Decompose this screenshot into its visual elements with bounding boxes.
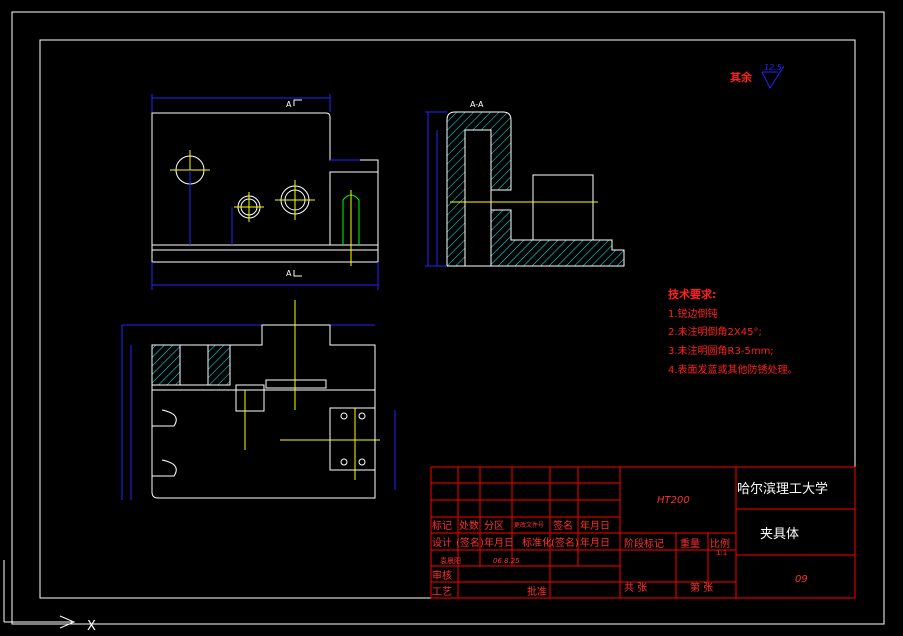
sheet-no: 第 张 [690, 581, 713, 594]
cut-mark-top: A [286, 100, 292, 109]
tech-item: 4.表面发蓝或其他防锈处理。 [668, 363, 798, 376]
outer-frame [11, 11, 885, 625]
tech-requirements: 技术要求: 1.锐边倒钝 2.未注明倒角2X45°; 3.未注明圆角R3-5mm… [668, 287, 798, 376]
surface-finish-label: 其余 [730, 70, 753, 84]
header-cell: 标准化 [522, 536, 552, 549]
ucs-icon: X [3, 560, 96, 634]
header-cell: 标记 [432, 520, 452, 532]
header-cell: 签名 [553, 519, 573, 532]
header-cell: 处数 [459, 519, 479, 532]
section-view-a-a[interactable]: A-A [425, 100, 625, 267]
header-cell: 设计 [432, 536, 452, 549]
stage-header: 阶段标记 [624, 537, 664, 550]
header-cell: 分区 [484, 520, 504, 532]
scale-text: 1:1 [716, 549, 727, 557]
header-cell: 年月日 [484, 536, 514, 549]
cut-mark-bottom: A [286, 269, 292, 278]
process-label: 工艺 [432, 586, 452, 598]
cad-drawing-canvas[interactable]: 其余 12.5 A A A-A 技术要求: 1.锐边倒钝 2.未注明倒角2X45… [0, 0, 903, 636]
header-cell: (签名) [551, 536, 579, 549]
date-text: 06.8.25 [493, 557, 520, 565]
ucs-x-label: X [87, 619, 96, 634]
stage-header: 重量 [680, 537, 700, 550]
surface-finish-symbol: 其余 12.5 [730, 63, 785, 90]
designer-text: 袁晨阳 [440, 556, 461, 565]
total-sheets: 共 张 [624, 582, 647, 594]
approve-label: 批准 [527, 585, 547, 598]
header-cell: 年月日 [580, 519, 610, 532]
header-cell: 更改文件号 [514, 521, 544, 529]
material-text: HT200 [657, 495, 690, 506]
tech-item: 2.未注明倒角2X45°; [668, 325, 762, 338]
review-label: 审核 [432, 569, 452, 582]
front-view[interactable]: A A [151, 94, 379, 290]
tech-title: 技术要求: [668, 287, 716, 301]
university-text: 哈尔滨理工大学 [737, 481, 828, 497]
surface-finish-value: 12.5 [764, 63, 782, 72]
section-label: A-A [470, 100, 484, 109]
stage-header: 比例 [710, 537, 730, 550]
part-name-text: 夹具体 [760, 527, 799, 542]
tech-item: 1.锐边倒钝 [668, 307, 718, 320]
title-block-text: HT200 哈尔滨理工大学 夹具体 09 1:1 06.8.25 袁晨阳 标记 … [432, 481, 828, 598]
tech-item: 3.未注明圆角R3-5mm; [668, 344, 774, 357]
header-cell: 年月日 [580, 536, 610, 549]
plan-view[interactable] [121, 300, 396, 500]
drawing-no-text: 09 [795, 574, 808, 585]
header-cell: (签名) [456, 536, 484, 549]
